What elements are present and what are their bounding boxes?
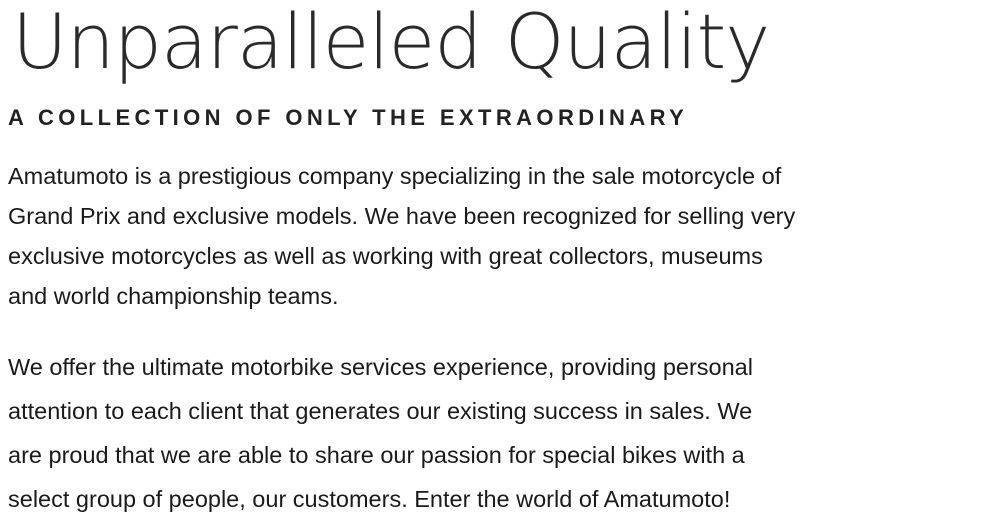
intro-paragraph-line: Amatumoto is a prestigious company speci… — [8, 163, 782, 189]
page-headline: Unparalleled Quality — [12, 0, 770, 86]
intro-paragraph: Amatumoto is a prestigious company speci… — [8, 156, 990, 316]
services-paragraph: We offer the ultimate motorbike services… — [8, 345, 990, 521]
services-paragraph-line: attention to each client that generates … — [8, 398, 753, 424]
intro-paragraph-line: exclusive motorcycles as well as working… — [8, 243, 763, 269]
services-paragraph-line: select group of people, our customers. E… — [8, 486, 731, 512]
intro-paragraph-line: and world championship teams. — [8, 283, 339, 309]
intro-paragraph-line: Grand Prix and exclusive models. We have… — [8, 203, 796, 229]
services-paragraph-line: We offer the ultimate motorbike services… — [8, 354, 753, 380]
page-subheadline: A COLLECTION OF ONLY THE EXTRAORDINARY — [8, 105, 689, 130]
services-paragraph-line: are proud that we are able to share our … — [8, 442, 745, 468]
